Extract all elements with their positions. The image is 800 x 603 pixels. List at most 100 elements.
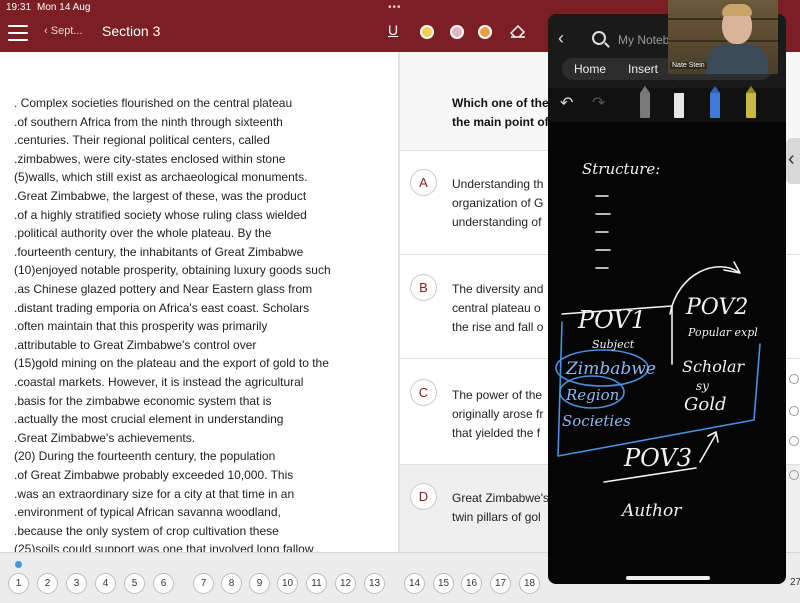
passage-line[interactable]: .Great Zimbabwe's achievements. [14, 431, 195, 445]
passage-line[interactable]: .Great Zimbabwe, the largest of these, w… [14, 189, 306, 203]
handwriting-canvas[interactable]: Structure: POV1 POV2 Subject Popular exp… [548, 122, 786, 576]
choice-line: The power of the [452, 388, 543, 402]
passage-line[interactable]: (5)walls, which still exist as archaeolo… [14, 170, 307, 184]
page-title: Section 3 [102, 23, 161, 39]
choice-line: twin pillars of gol [452, 510, 541, 524]
highlight-orange-icon[interactable] [478, 25, 492, 39]
choice-line: the rise and fall o [452, 320, 544, 334]
pen-toolbar: ↶ ↷ [548, 86, 786, 122]
redo-icon[interactable]: ↷ [592, 93, 605, 113]
participant-body [706, 44, 768, 74]
passage-line[interactable]: .was an extraordinary size for a city at… [14, 487, 294, 501]
back-button[interactable]: ‹ Sept... [44, 25, 83, 37]
question-number-button[interactable]: 9 [249, 573, 270, 594]
passage-line[interactable]: .because the only system of crop cultiva… [14, 524, 279, 538]
passage-line[interactable]: (25)soils could support was one that inv… [14, 542, 314, 552]
choice-text: Understanding th organization of G under… [452, 175, 543, 232]
choice-letter[interactable]: C [410, 379, 437, 406]
choice-line: central plateau o [452, 301, 541, 315]
pov3-note: POV3 [623, 444, 692, 472]
chevron-left-icon: ‹ [788, 148, 795, 170]
choice-letter[interactable]: A [410, 169, 437, 196]
passage-line[interactable]: (20) During the fourteenth century, the … [14, 449, 275, 463]
choice-line: Great Zimbabwe's [452, 491, 549, 505]
edge-control[interactable] [789, 406, 799, 416]
question-number-button[interactable]: 8 [221, 573, 242, 594]
up-arrow-icon [699, 431, 719, 463]
search-icon[interactable] [592, 31, 606, 45]
question-number-button[interactable]: 11 [306, 573, 327, 594]
question-number-button[interactable]: 2 [37, 573, 58, 594]
passage-line[interactable]: .centuries. Their regional political cen… [14, 133, 270, 147]
sy-note: sy [696, 379, 709, 393]
highlight-pink-icon[interactable] [450, 25, 464, 39]
passage-line[interactable]: .distant trading emporia on Africa's eas… [14, 301, 309, 315]
prompt-line: the main point of [452, 115, 549, 129]
question-number-button[interactable]: 4 [95, 573, 116, 594]
question-number-button[interactable]: 12 [335, 573, 356, 594]
edge-control[interactable] [789, 470, 799, 480]
question-number-button[interactable]: 16 [461, 573, 482, 594]
status-date: Mon 14 Aug [37, 1, 91, 13]
choice-letter[interactable]: B [410, 274, 437, 301]
question-number-button[interactable]: 13 [364, 573, 385, 594]
passage-line[interactable]: . Complex societies flourished on the ce… [14, 96, 292, 110]
passage-line[interactable]: .of a highly stratified society whose ru… [14, 208, 307, 222]
passage-line[interactable]: .as Chinese glazed pottery and Near East… [14, 282, 312, 296]
question-number-button[interactable]: 1 [8, 573, 29, 594]
question-number-button[interactable]: 17 [490, 573, 511, 594]
blue-pen-icon[interactable] [710, 86, 720, 118]
question-number-button[interactable]: 7 [193, 573, 214, 594]
passage-line[interactable]: .environment of typical African savanna … [14, 505, 281, 519]
question-number-button[interactable]: 18 [519, 573, 540, 594]
passage-line[interactable]: .basis for the zimbabwe economic system … [14, 394, 271, 408]
question-number-button[interactable]: 6 [153, 573, 174, 594]
passage-line[interactable]: (15)gold mining on the plateau and the e… [14, 356, 329, 370]
question-number-button[interactable]: 15 [433, 573, 454, 594]
question-number-button[interactable]: 10 [277, 573, 298, 594]
passage-line[interactable]: .zimbabwes, were city-states enclosed wi… [14, 152, 285, 166]
passage-line[interactable]: .political authority over the whole plat… [14, 226, 271, 240]
reading-passage: . Complex societies flourished on the ce… [0, 52, 398, 552]
subject-note: Subject [592, 338, 635, 351]
author-note: Author [620, 501, 682, 521]
edge-control[interactable] [789, 436, 799, 446]
question-number-overflow[interactable]: 27 [790, 577, 800, 588]
passage-line[interactable]: (10)enjoyed notable prosperity, obtainin… [14, 263, 331, 277]
video-participant[interactable]: Nate Stein [668, 0, 778, 74]
side-panel-handle[interactable]: ‹ [786, 138, 800, 184]
passage-line[interactable]: .of Great Zimbabwe probably exceeded 10,… [14, 468, 293, 482]
zimbabwe-note: Zimbabwe [565, 359, 656, 379]
question-number-button[interactable]: 3 [66, 573, 87, 594]
passage-line[interactable]: .often maintain that this prosperity was… [14, 319, 267, 333]
tab-insert[interactable]: Insert [628, 62, 658, 76]
edge-control[interactable] [789, 374, 799, 384]
passage-line[interactable]: .of southern Africa from the ninth throu… [14, 115, 283, 129]
choice-line: Understanding th [452, 177, 544, 191]
home-indicator[interactable] [626, 576, 710, 580]
yellow-highlighter-icon[interactable] [746, 86, 756, 118]
passage-line[interactable]: .attributable to Great Zimbabwe's contro… [14, 338, 256, 352]
tab-home[interactable]: Home [574, 62, 606, 76]
choice-text: The power of the originally arose fr tha… [452, 386, 543, 443]
passage-line[interactable]: .coastal markets. However, it is instead… [14, 375, 303, 389]
pencil-tool-icon[interactable] [640, 86, 650, 118]
undo-icon[interactable]: ↶ [560, 93, 573, 113]
passage-line[interactable]: .actually the most crucial element in un… [14, 412, 283, 426]
underline-tool-icon[interactable]: U [388, 22, 398, 38]
chevron-left-icon[interactable]: ‹ [558, 28, 564, 49]
eraser-icon[interactable] [509, 24, 526, 38]
structure-note: Structure: [582, 160, 660, 178]
notebook-panel[interactable]: ‹ My Notebo Home Insert ↶ ↷ Structure: P… [548, 14, 786, 584]
passage-line[interactable]: .fourteenth century, the inhabitants of … [14, 245, 303, 259]
societies-note: Societies [562, 412, 631, 430]
multitasking-dots[interactable]: ••• [388, 2, 402, 13]
choice-letter[interactable]: D [410, 483, 437, 510]
participant-hair [722, 4, 752, 16]
choice-line: organization of G [452, 196, 544, 210]
black-pen-icon[interactable] [674, 86, 684, 118]
question-number-button[interactable]: 5 [124, 573, 145, 594]
menu-icon[interactable] [8, 25, 28, 41]
question-number-button[interactable]: 14 [404, 573, 425, 594]
highlight-yellow-icon[interactable] [420, 25, 434, 39]
